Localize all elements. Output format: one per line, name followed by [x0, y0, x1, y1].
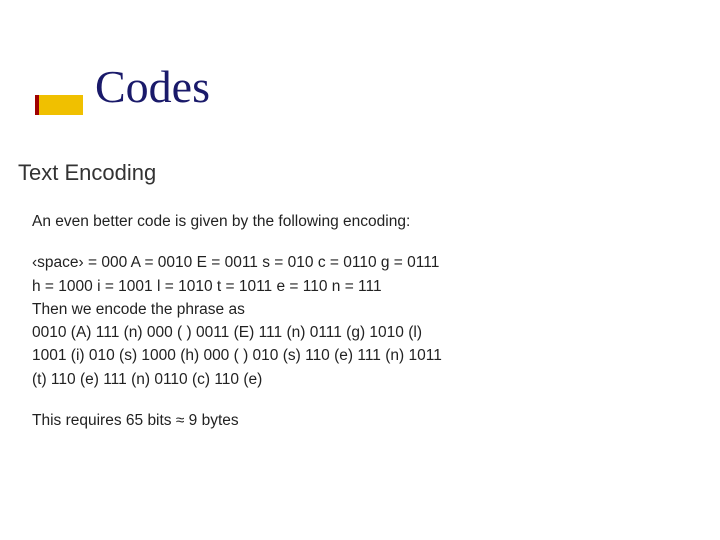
encoded-line-2: 1001 (i) 010 (s) 1000 (h) 000 ( ) 010 (s… [32, 344, 682, 367]
codes-line-2: h = 1000 i = 1001 l = 1010 t = 1011 e = … [32, 275, 682, 298]
encoded-line-1: 0010 (A) 111 (n) 000 ( ) 0011 (E) 111 (n… [32, 321, 682, 344]
slide-title: Codes [95, 60, 210, 113]
intro-text: An even better code is given by the foll… [32, 210, 682, 233]
codes-line-1: ‹space› = 000 A = 0010 E = 0011 s = 010 … [32, 251, 682, 274]
encoded-line-3: (t) 110 (e) 111 (n) 0110 (c) 110 (e) [32, 368, 682, 391]
encode-intro: Then we encode the phrase as [32, 298, 682, 321]
encoding-block: ‹space› = 000 A = 0010 E = 0011 s = 010 … [32, 251, 682, 391]
slide-subtitle: Text Encoding [18, 160, 156, 186]
result-text: This requires 65 bits ≈ 9 bytes [32, 409, 682, 432]
content-area: An even better code is given by the foll… [32, 210, 682, 432]
title-accent-bar [35, 95, 83, 115]
